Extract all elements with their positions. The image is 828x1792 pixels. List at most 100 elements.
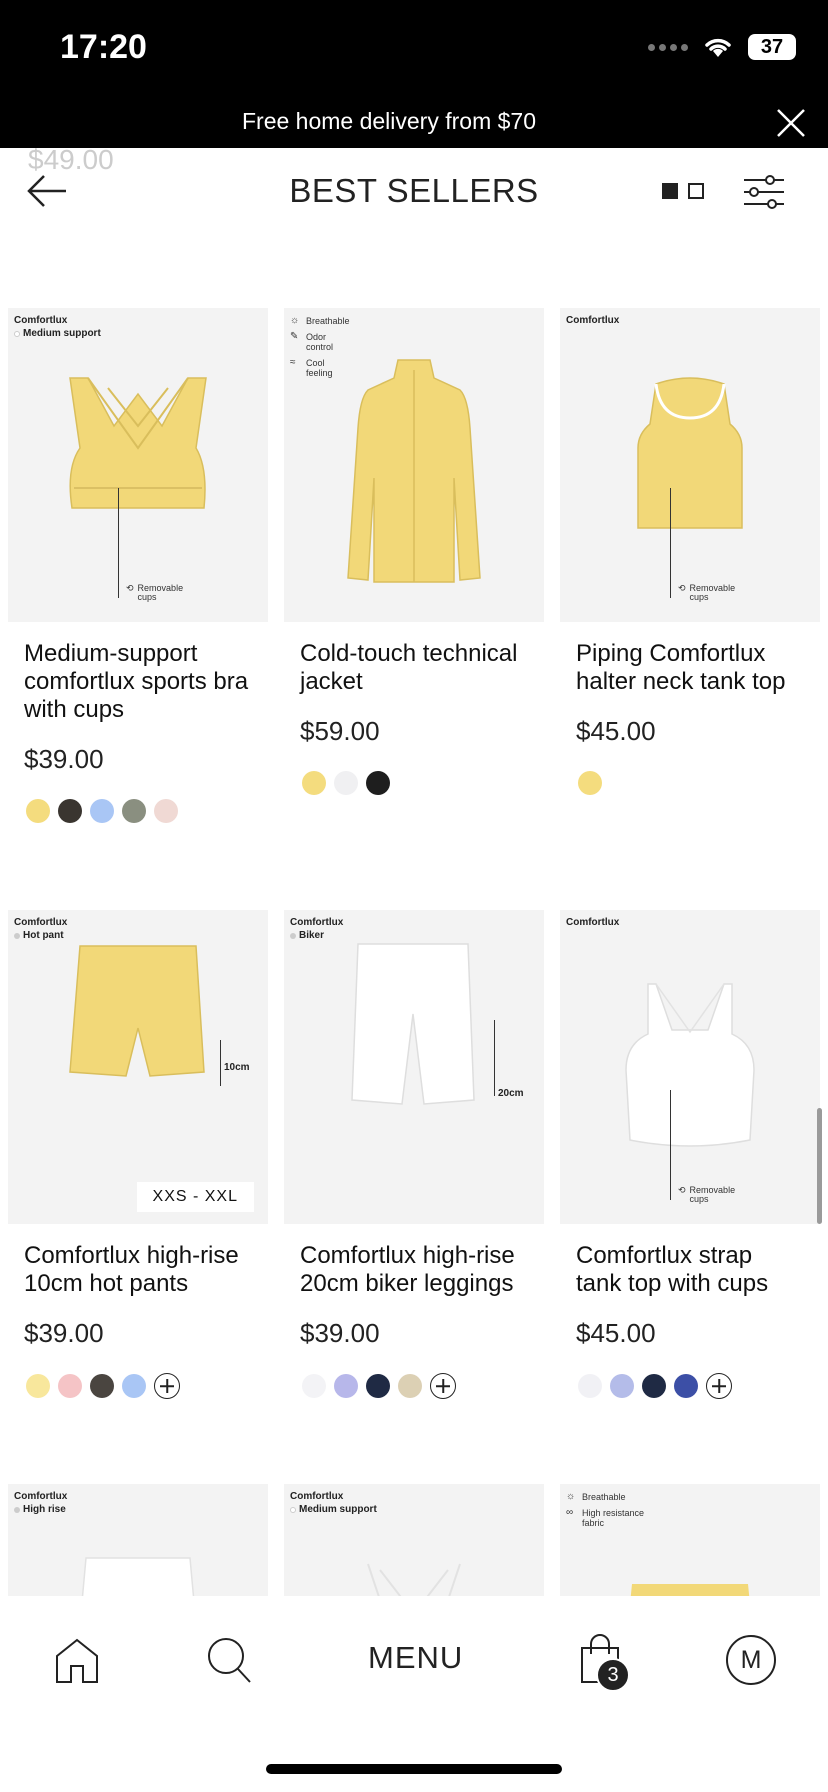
- color-swatches: [578, 1373, 820, 1399]
- color-swatch[interactable]: [334, 1374, 358, 1398]
- color-swatches: [302, 771, 544, 795]
- measure-line: [220, 1040, 221, 1086]
- product-image[interactable]: Comfortlux ⟲ Removable cups: [560, 910, 820, 1224]
- product-card[interactable]: Comfortlux High rise: [8, 1484, 268, 1596]
- measure-line: [494, 1020, 495, 1096]
- product-image[interactable]: Comfortlux Hot pant 10cm XXS - XXL: [8, 910, 268, 1224]
- filter-sliders-icon[interactable]: [742, 174, 786, 210]
- measure-label: 20cm: [498, 1088, 524, 1099]
- product-image[interactable]: ☼ Breathable ∞ High resistance fabric: [560, 1484, 820, 1596]
- status-bar: 17:20 37: [0, 0, 828, 100]
- scrollbar[interactable]: [817, 1108, 822, 1224]
- product-card[interactable]: Comfortlux Biker 20cm Comfortlux high-ri…: [284, 910, 544, 1399]
- cart-count-badge: 3: [596, 1658, 630, 1692]
- product-name[interactable]: Medium-support comfortlux sports bra wit…: [24, 640, 252, 724]
- product-card[interactable]: Comfortlux ⟲ Removable cups Comfortlux st…: [560, 910, 820, 1399]
- color-swatch[interactable]: [122, 799, 146, 823]
- color-swatch[interactable]: [302, 771, 326, 795]
- more-colors-icon[interactable]: [706, 1373, 732, 1399]
- home-icon[interactable]: [52, 1636, 102, 1684]
- callout-label: ⟲ Removable cups: [678, 583, 736, 602]
- sports-bra-illustration: [69, 377, 207, 509]
- battery-icon: 37: [748, 34, 796, 60]
- status-icons: 37: [648, 34, 796, 60]
- sports-bra-illustration: [367, 1563, 461, 1596]
- home-indicator: [266, 1764, 562, 1774]
- color-swatch[interactable]: [90, 1374, 114, 1398]
- callout-line: [118, 488, 119, 598]
- grid-view-toggle[interactable]: [662, 183, 704, 199]
- product-image[interactable]: Comfortlux Medium support: [284, 1484, 544, 1596]
- page-header: $49.00 BEST SELLERS: [0, 144, 828, 240]
- callout-line: [670, 1090, 671, 1200]
- close-icon[interactable]: [774, 106, 808, 140]
- product-image[interactable]: ☼ Breathable ✎ Odor control ≈ Cool feeling: [284, 308, 544, 622]
- product-name[interactable]: Comfortlux strap tank top with cups: [576, 1242, 804, 1298]
- product-price: $39.00: [24, 1318, 104, 1348]
- color-swatch[interactable]: [26, 799, 50, 823]
- product-card[interactable]: Comfortlux Hot pant 10cm XXS - XXL Comfo…: [8, 910, 268, 1399]
- color-swatch[interactable]: [26, 1374, 50, 1398]
- signal-icon: [648, 43, 688, 51]
- color-swatch[interactable]: [366, 771, 390, 795]
- product-card[interactable]: ☼ Breathable ✎ Odor control ≈ Cool feeling …: [284, 308, 544, 795]
- jacket-illustration: [347, 359, 481, 583]
- color-swatch[interactable]: [578, 1374, 602, 1398]
- leggings-illustration: [81, 1557, 195, 1596]
- status-time: 17:20: [60, 28, 147, 66]
- product-price: $45.00: [576, 716, 656, 746]
- color-swatch[interactable]: [642, 1374, 666, 1398]
- product-name[interactable]: Cold-touch technical jacket: [300, 640, 528, 696]
- product-image[interactable]: Comfortlux High rise: [8, 1484, 268, 1596]
- wifi-icon: [705, 38, 731, 57]
- product-card[interactable]: Comfortlux Medium support ⟲ Removable cup…: [8, 308, 268, 823]
- product-name[interactable]: Comfortlux high-rise 10cm hot pants: [24, 1242, 252, 1298]
- product-card[interactable]: ☼ Breathable ∞ High resistance fabric: [560, 1484, 820, 1596]
- product-card[interactable]: Comfortlux Medium support: [284, 1484, 544, 1596]
- product-image[interactable]: Comfortlux Medium support ⟲ Removable cup…: [8, 308, 268, 622]
- halter-top-illustration: [637, 377, 743, 529]
- promo-text: Free home delivery from $70: [241, 108, 536, 134]
- color-swatch[interactable]: [90, 799, 114, 823]
- color-swatch[interactable]: [302, 1374, 326, 1398]
- menu-button[interactable]: MENU: [368, 1640, 463, 1676]
- bottom-nav: MENU 3 M: [0, 1596, 828, 1792]
- color-swatch[interactable]: [674, 1374, 698, 1398]
- grid-view-icon[interactable]: [662, 183, 678, 199]
- product-price: $39.00: [300, 1318, 380, 1348]
- color-swatch[interactable]: [58, 799, 82, 823]
- product-image[interactable]: Comfortlux ⟲ Removable cups: [560, 308, 820, 622]
- size-range-chip: XXS - XXL: [136, 1182, 254, 1212]
- product-image[interactable]: Comfortlux Biker 20cm: [284, 910, 544, 1224]
- yellow-garment-illustration: [630, 1584, 750, 1596]
- more-colors-icon[interactable]: [430, 1373, 456, 1399]
- callout-label: ⟲ Removable cups: [678, 1185, 736, 1204]
- color-swatch[interactable]: [578, 771, 602, 795]
- color-swatch[interactable]: [58, 1374, 82, 1398]
- color-swatch[interactable]: [334, 771, 358, 795]
- color-swatch[interactable]: [610, 1374, 634, 1398]
- callout-line: [670, 488, 671, 598]
- single-view-icon[interactable]: [688, 183, 704, 199]
- color-swatches: [26, 799, 268, 823]
- product-price: $59.00: [300, 716, 380, 746]
- promo-banner: Free home delivery from $70: [0, 100, 828, 148]
- color-swatches: [302, 1373, 544, 1399]
- product-name[interactable]: Piping Comfortlux halter neck tank top: [576, 640, 804, 696]
- strap-tank-illustration: [625, 983, 755, 1147]
- color-swatch[interactable]: [122, 1374, 146, 1398]
- product-price: $45.00: [576, 1318, 656, 1348]
- color-swatch[interactable]: [366, 1374, 390, 1398]
- product-grid: Comfortlux Medium support ⟲ Removable cup…: [0, 240, 828, 1596]
- search-icon[interactable]: [206, 1636, 252, 1684]
- color-swatches: [578, 771, 820, 795]
- product-name[interactable]: Comfortlux high-rise 20cm biker leggings: [300, 1242, 528, 1298]
- more-colors-icon[interactable]: [154, 1373, 180, 1399]
- color-swatch[interactable]: [154, 799, 178, 823]
- product-price: $39.00: [24, 744, 104, 774]
- account-avatar[interactable]: M: [726, 1635, 776, 1685]
- product-card[interactable]: Comfortlux ⟲ Removable cups Piping Comfor…: [560, 308, 820, 795]
- color-swatch[interactable]: [398, 1374, 422, 1398]
- color-swatches: [26, 1373, 268, 1399]
- biker-leggings-illustration: [351, 943, 475, 1105]
